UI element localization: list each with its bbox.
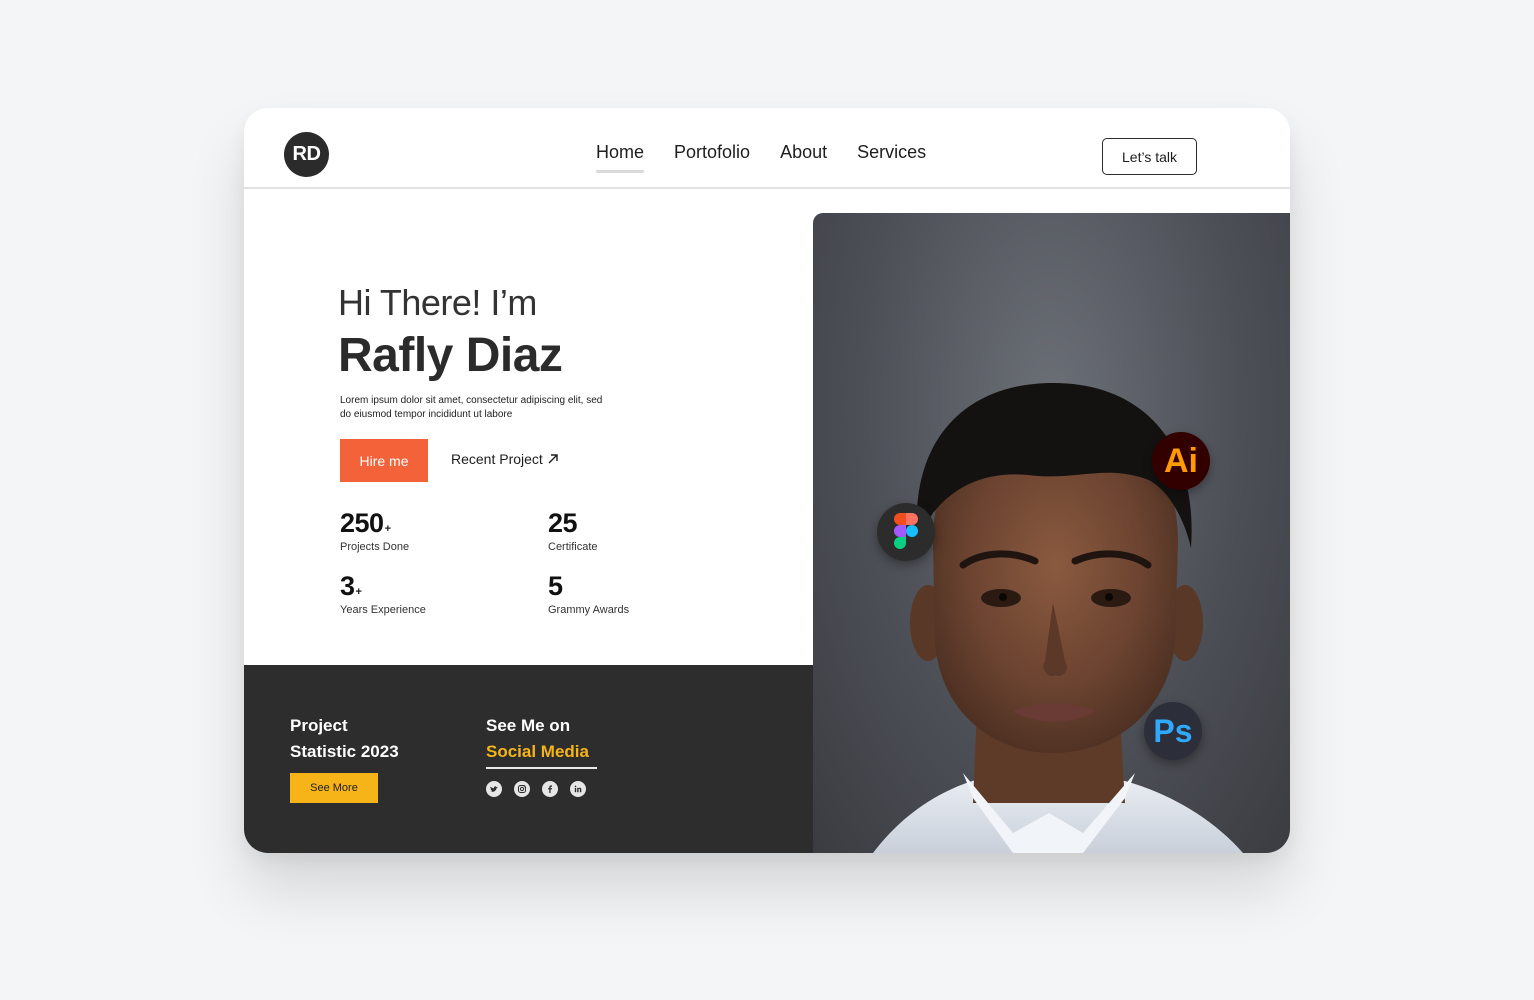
nav-portofolio[interactable]: Portofolio [674, 142, 750, 173]
project-statistic-title: Project Statistic 2023 [290, 713, 399, 765]
stat-value: 3 [340, 571, 355, 601]
arrow-up-right-icon [548, 454, 558, 464]
hero-name: Rafly Diaz [338, 329, 563, 382]
stat-value: 5 [548, 571, 563, 601]
profile-photo: Ai Ps [813, 213, 1290, 853]
photoshop-badge: Ps [1144, 702, 1202, 760]
hire-me-button[interactable]: Hire me [340, 439, 428, 482]
lets-talk-button[interactable]: Let’s talk [1102, 138, 1197, 175]
browser-frame: RD Home Portofolio About Services Let’s … [244, 108, 1290, 853]
facebook-icon[interactable] [542, 781, 558, 797]
nav-services[interactable]: Services [857, 142, 926, 173]
social-title-line2: Social Media [486, 742, 589, 761]
recent-project-label: Recent Project [451, 451, 543, 467]
stat-suffix: + [355, 586, 362, 598]
stat-projects: 250+ Projects Done [340, 508, 409, 553]
nav-home[interactable]: Home [596, 142, 645, 173]
photoshop-icon: Ps [1153, 712, 1193, 749]
social-icons [486, 781, 586, 797]
illustrator-icon: Ai [1164, 441, 1198, 480]
stat-label: Certificate [548, 541, 598, 553]
illustrator-badge: Ai [1152, 432, 1210, 490]
footer-panel: Project Statistic 2023 See More See Me o… [244, 665, 813, 853]
twitter-icon[interactable] [486, 781, 502, 797]
nav-about[interactable]: About [780, 142, 827, 173]
stat-value: 250 [340, 508, 384, 538]
recent-project-link[interactable]: Recent Project [451, 451, 559, 467]
hero-description: Lorem ipsum dolor sit amet, consectetur … [340, 395, 603, 420]
main-nav: Home Portofolio About Services [596, 142, 926, 173]
stat-label: Projects Done [340, 541, 410, 553]
navbar: RD Home Portofolio About Services Let’s … [244, 108, 1290, 189]
hero-greeting: Hi There! I’m [338, 282, 537, 323]
stat-certificate: 25 Certificate [548, 508, 598, 553]
social-title-line1: See Me on [486, 716, 571, 735]
stat-label: Years Experience [340, 604, 426, 616]
logo[interactable]: RD [284, 132, 329, 177]
stat-label: Grammy Awards [548, 604, 630, 616]
social-underline [486, 767, 597, 769]
stat-value: 25 [548, 508, 578, 538]
see-more-button[interactable]: See More [290, 773, 378, 803]
project-title-line1: Project [290, 716, 348, 735]
stat-awards: 5 Grammy Awards [548, 571, 629, 616]
instagram-icon[interactable] [514, 781, 530, 797]
linkedin-icon[interactable] [570, 781, 586, 797]
stat-suffix: + [384, 523, 391, 535]
figma-icon [894, 513, 918, 549]
project-title-line2: Statistic 2023 [290, 742, 399, 761]
stat-experience: 3+ Years Experience [340, 571, 426, 616]
figma-badge [877, 503, 935, 561]
